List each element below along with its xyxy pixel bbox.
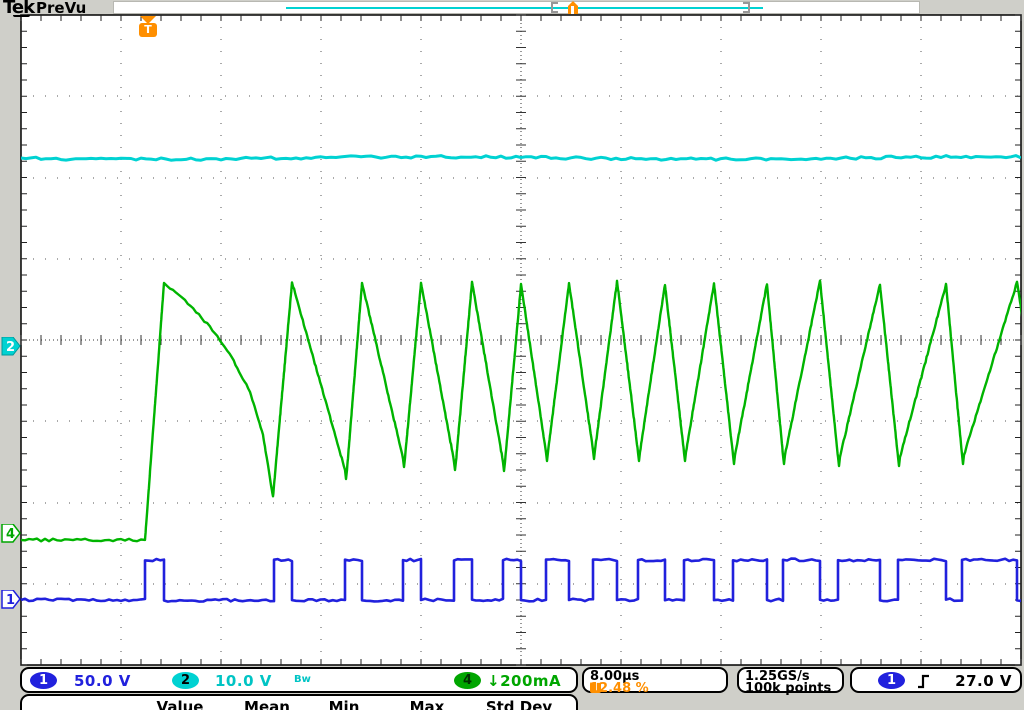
record-length-readout: 100k points	[745, 681, 831, 696]
channel-flag-ch2[interactable]: 2	[1, 337, 22, 356]
svg-text:4: 4	[6, 527, 15, 542]
channel-readouts-box: 1 50.0 V 2 10.0 V Bw 4 ↓200mA	[20, 667, 578, 693]
ch2-scale-readout[interactable]: 10.0 V	[215, 672, 272, 690]
trigger-readout-box[interactable]: 1 27.0 V	[850, 667, 1022, 693]
trigger-position-readout: 12.48 %	[590, 681, 649, 696]
svg-text:2: 2	[6, 340, 15, 355]
horizontal-readout-box[interactable]: 8.00µs T 12.48 %	[582, 667, 728, 693]
ch2-bandwidth-indicator: Bw	[294, 674, 311, 685]
window-bracket-left[interactable]	[551, 2, 558, 13]
tek-logo-underline	[13, 15, 30, 17]
ch2-badge[interactable]: 2	[172, 672, 199, 689]
oscilloscope-screen: Tek PreVu T 2 4 1 1 50.0 V 2 10.0 V Bw 4…	[0, 0, 1024, 710]
measurement-col-header-stddev: Std Dev	[486, 698, 552, 710]
ch4-scale-readout[interactable]: ↓200mA	[487, 672, 561, 690]
ch4-badge[interactable]: 4	[454, 672, 481, 689]
acquisition-readout-box[interactable]: 1.25GS/s 100k points	[737, 667, 844, 693]
ch1-badge[interactable]: 1	[30, 672, 57, 689]
waveform-plot	[0, 0, 1024, 710]
measurement-col-header-mean: Mean	[244, 698, 290, 710]
record-length-line	[286, 7, 763, 9]
window-bracket-right[interactable]	[743, 2, 750, 13]
record-trigger-marker[interactable]	[567, 1, 579, 14]
record-trigger-bars-icon	[568, 6, 578, 14]
trigger-level-readout: 27.0 V	[955, 672, 1012, 690]
channel-flag-ch1[interactable]: 1	[1, 590, 22, 609]
measurement-col-header-min: Min	[329, 698, 360, 710]
rising-edge-icon	[916, 672, 932, 690]
measurement-col-header-max: Max	[410, 698, 445, 710]
record-view-bar	[113, 1, 920, 14]
channel-flag-ch4[interactable]: 4	[1, 524, 22, 543]
svg-text:1: 1	[6, 593, 15, 608]
acquisition-status-label: PreVu	[36, 0, 86, 17]
trigger-source-badge: 1	[878, 672, 905, 689]
measurement-table: Value Mean Min Max Std Dev	[20, 694, 578, 710]
ch1-scale-readout[interactable]: 50.0 V	[74, 672, 131, 690]
trigger-position-marker[interactable]: T	[139, 23, 157, 37]
measurement-col-header-value: Value	[157, 698, 204, 710]
